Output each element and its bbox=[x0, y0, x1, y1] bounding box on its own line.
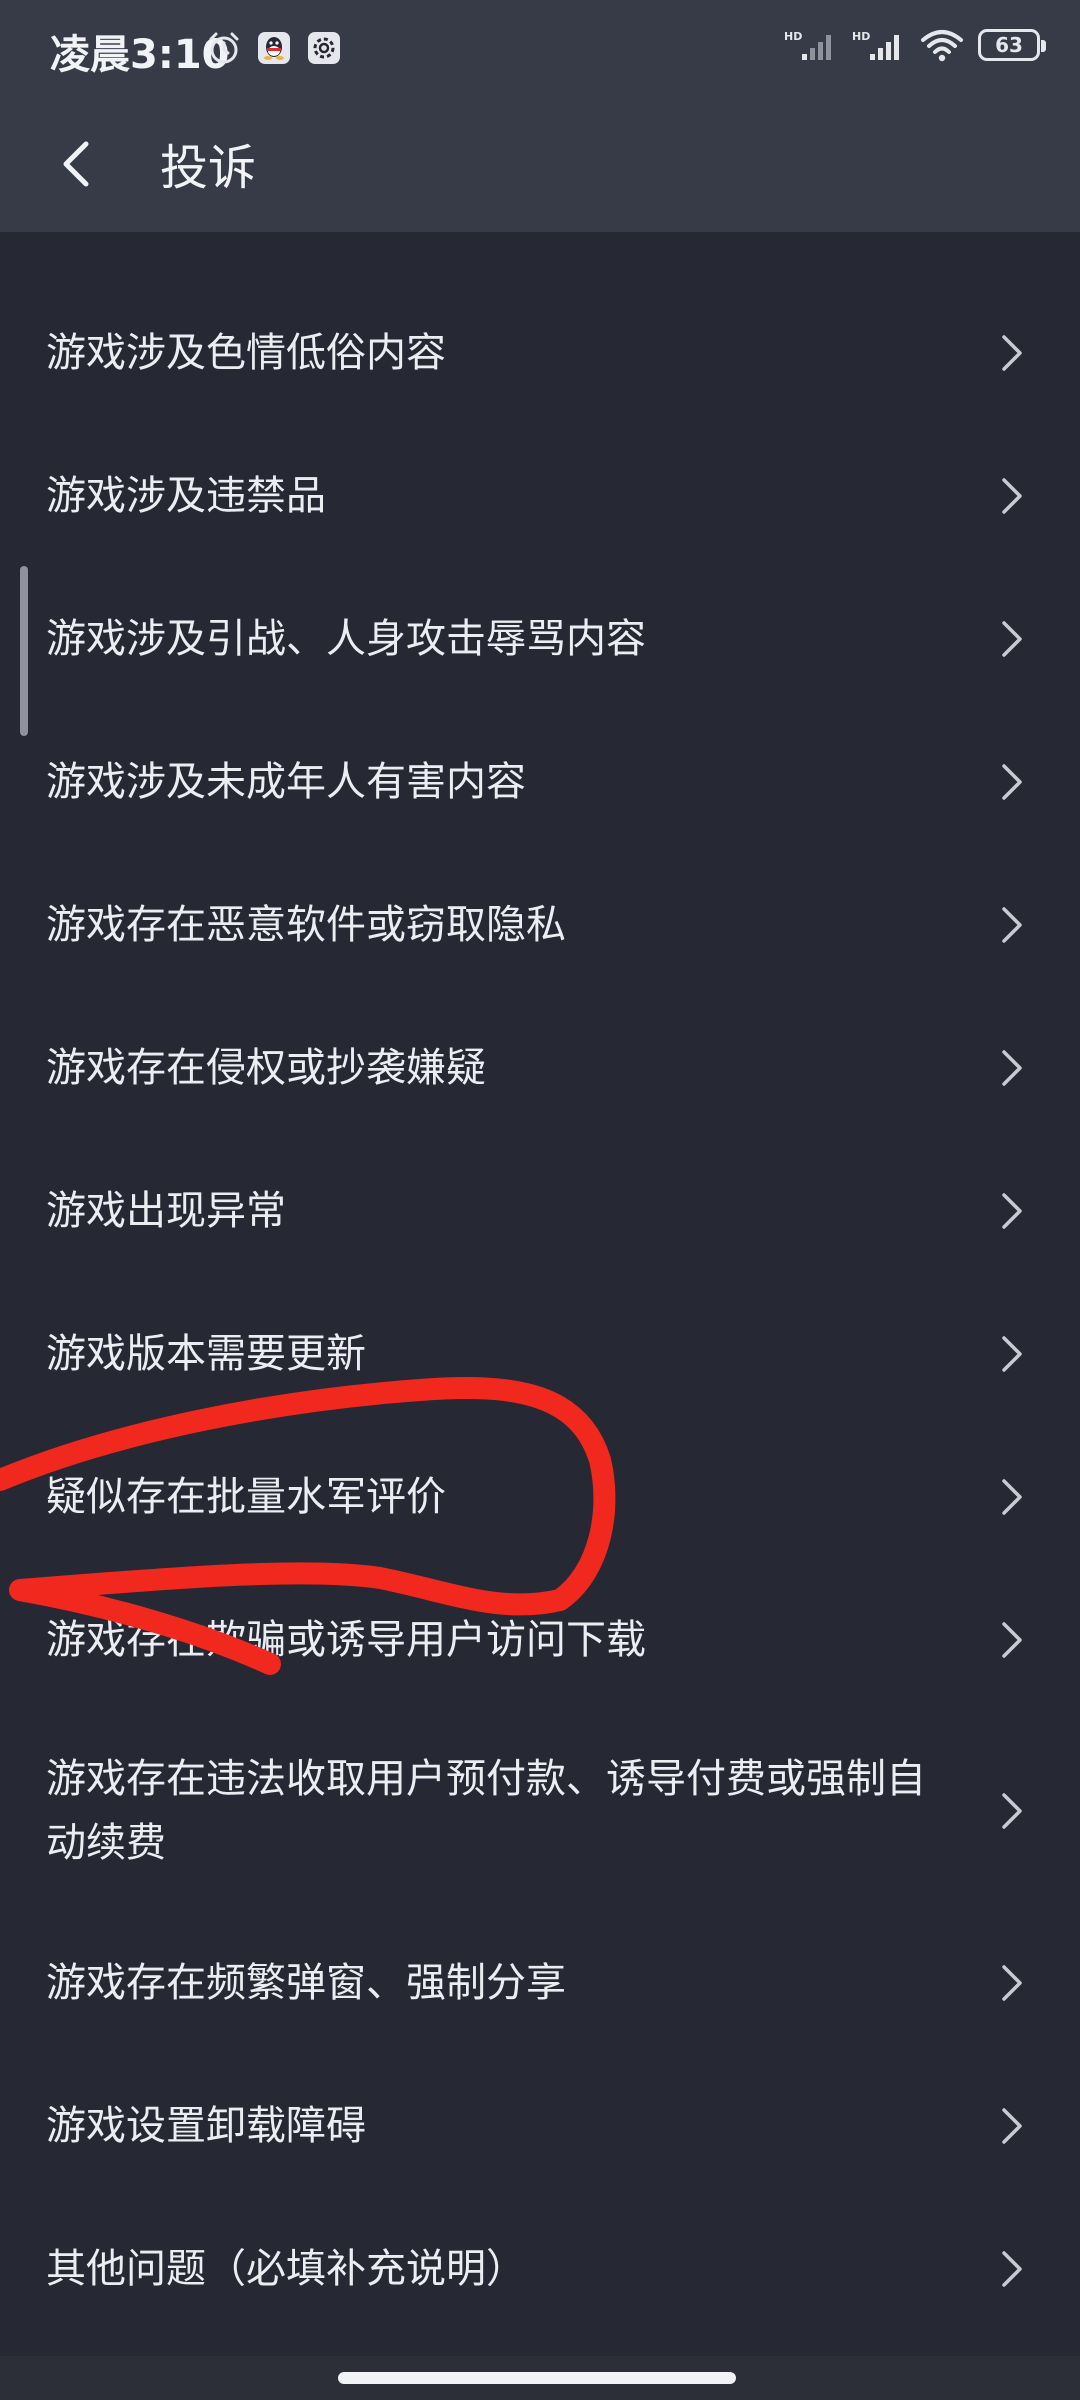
top-bar: 凌晨3:10 HD HD 63 投诉 bbox=[0, 0, 1080, 232]
svg-text:HD: HD bbox=[852, 30, 870, 43]
complaint-item-label: 游戏出现异常 bbox=[46, 1187, 286, 1234]
chevron-right-icon bbox=[1002, 1192, 1022, 1229]
page-title: 投诉 bbox=[160, 140, 257, 196]
chevron-left-icon bbox=[63, 141, 89, 187]
navigation-bar: 投诉 bbox=[0, 100, 1080, 232]
complaint-item-label: 游戏设置卸载障碍 bbox=[46, 2102, 366, 2149]
chevron-right-icon bbox=[1002, 334, 1022, 371]
complaint-screen: 游戏涉及不良价值导向内容 游戏涉及色情低俗内容 游戏涉及违禁品 游戏涉及引战、人… bbox=[0, 0, 1080, 2400]
complaint-item[interactable]: 游戏存在频繁弹窗、强制分享 bbox=[0, 1911, 1080, 2054]
complaint-item[interactable]: 游戏涉及引战、人身攻击辱骂内容 bbox=[0, 567, 1080, 710]
qq-icon bbox=[256, 30, 292, 66]
complaint-item[interactable]: 游戏涉及违禁品 bbox=[0, 424, 1080, 567]
chevron-right-icon bbox=[1002, 2250, 1022, 2287]
alarm-icon bbox=[206, 30, 242, 66]
settings-icon bbox=[306, 30, 342, 66]
home-indicator[interactable] bbox=[338, 2372, 736, 2384]
complaint-item[interactable]: 游戏出现异常 bbox=[0, 1139, 1080, 1282]
complaint-item-label: 游戏涉及色情低俗内容 bbox=[46, 329, 446, 376]
chevron-right-icon bbox=[1002, 1335, 1022, 1372]
status-notification-icons bbox=[206, 30, 342, 66]
battery-level: 63 bbox=[995, 33, 1023, 57]
complaint-item[interactable]: 游戏涉及色情低俗内容 bbox=[0, 281, 1080, 424]
hd-signal-icon: HD bbox=[784, 30, 831, 60]
status-time: 凌晨3:10 bbox=[50, 32, 230, 78]
chevron-right-icon bbox=[1002, 1793, 1022, 1829]
complaint-item-label: 游戏存在侵权或抄袭嫌疑 bbox=[46, 1044, 486, 1091]
chevron-right-icon bbox=[1002, 2107, 1022, 2144]
chevron-right-icon bbox=[1002, 1964, 1022, 2001]
complaint-item-label: 游戏版本需要更新 bbox=[46, 1330, 366, 1377]
wifi-icon bbox=[921, 30, 963, 62]
complaint-item-label: 其他问题（必填补充说明） bbox=[46, 2245, 526, 2292]
status-bar: 凌晨3:10 HD HD 63 bbox=[0, 0, 1080, 100]
complaint-list-container[interactable]: 游戏涉及不良价值导向内容 游戏涉及色情低俗内容 游戏涉及违禁品 游戏涉及引战、人… bbox=[0, 232, 1080, 2362]
complaint-item-label: 游戏涉及不良价值导向内容 bbox=[46, 232, 526, 242]
complaint-item-label: 游戏存在违法收取用户预付款、诱导付费或强制自动续费 bbox=[46, 1756, 926, 1866]
chevron-right-icon bbox=[1002, 1049, 1022, 1086]
chevron-right-icon bbox=[1002, 906, 1022, 943]
complaint-item-label: 游戏存在恶意软件或窃取隐私 bbox=[46, 901, 566, 948]
complaint-item[interactable]: 游戏涉及未成年人有害内容 bbox=[0, 710, 1080, 853]
status-system-icons: HD HD 63 bbox=[784, 28, 1046, 62]
chevron-right-icon bbox=[1002, 1621, 1022, 1658]
chevron-right-icon bbox=[1002, 1478, 1022, 1515]
battery-icon: 63 bbox=[978, 29, 1046, 61]
chevron-right-icon bbox=[1002, 477, 1022, 514]
complaint-item[interactable]: 游戏涉及不良价值导向内容 bbox=[0, 232, 1080, 281]
complaint-item[interactable]: 游戏存在侵权或抄袭嫌疑 bbox=[0, 996, 1080, 1139]
complaint-list: 游戏涉及不良价值导向内容 游戏涉及色情低俗内容 游戏涉及违禁品 游戏涉及引战、人… bbox=[0, 232, 1080, 2340]
gesture-bar bbox=[0, 2356, 1080, 2400]
complaint-item[interactable]: 游戏版本需要更新 bbox=[0, 1282, 1080, 1425]
hd-signal-icon: HD bbox=[852, 30, 899, 60]
back-button[interactable] bbox=[36, 124, 116, 204]
complaint-item-highlighted[interactable]: 疑似存在批量水军评价 bbox=[0, 1425, 1080, 1568]
complaint-item[interactable]: 游戏存在欺骗或诱导用户访问下载 bbox=[0, 1568, 1080, 1711]
complaint-item-label: 游戏涉及未成年人有害内容 bbox=[46, 758, 526, 805]
chevron-right-icon bbox=[1002, 763, 1022, 800]
complaint-item[interactable]: 游戏存在违法收取用户预付款、诱导付费或强制自动续费 bbox=[0, 1711, 1080, 1911]
scrollbar[interactable] bbox=[20, 566, 28, 736]
complaint-item-label: 疑似存在批量水军评价 bbox=[46, 1473, 446, 1520]
complaint-item[interactable]: 游戏设置卸载障碍 bbox=[0, 2054, 1080, 2197]
complaint-item[interactable]: 游戏存在恶意软件或窃取隐私 bbox=[0, 853, 1080, 996]
complaint-item[interactable]: 其他问题（必填补充说明） bbox=[0, 2197, 1080, 2340]
svg-text:HD: HD bbox=[784, 30, 802, 43]
complaint-item-label: 游戏存在欺骗或诱导用户访问下载 bbox=[46, 1616, 646, 1663]
chevron-right-icon bbox=[1002, 620, 1022, 657]
complaint-item-label: 游戏涉及引战、人身攻击辱骂内容 bbox=[46, 615, 646, 662]
complaint-item-label: 游戏存在频繁弹窗、强制分享 bbox=[46, 1959, 566, 2006]
complaint-item-label: 游戏涉及违禁品 bbox=[46, 472, 326, 519]
